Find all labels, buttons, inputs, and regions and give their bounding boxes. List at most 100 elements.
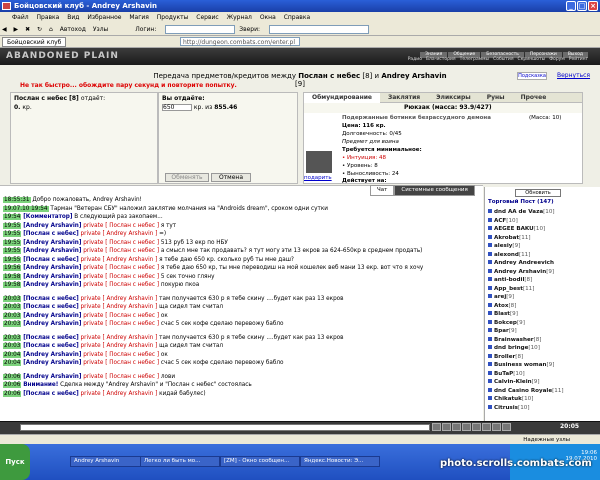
tab-elixirs[interactable]: Эликсиры	[428, 93, 479, 103]
maximize-button[interactable]: □	[577, 1, 587, 11]
player-item[interactable]: Blast[9]	[488, 310, 600, 319]
smiley-icon[interactable]	[432, 423, 441, 431]
chat-message-target[interactable]: [ Andrey Arshavin ]	[102, 304, 157, 310]
menu-file[interactable]: Файл	[12, 14, 29, 21]
player-item[interactable]: Citrusis[10]	[488, 404, 600, 413]
player-item[interactable]: alesiy[9]	[488, 242, 600, 251]
player-item[interactable]: Business woman[9]	[488, 361, 600, 370]
back-link[interactable]: Вернуться	[557, 72, 590, 79]
chat-message-author[interactable]: [Andrey Arshavin]	[23, 374, 81, 380]
chat-message-target[interactable]: [ Послан с небес ]	[105, 374, 159, 380]
chat-message-author[interactable]: [Andrey Arshavin]	[23, 274, 81, 280]
chat-message-target[interactable]: [ Послан с небес ]	[105, 248, 159, 254]
home-icon[interactable]: ⌂	[49, 23, 53, 35]
player-item[interactable]: Bpar[9]	[488, 327, 600, 336]
player-item[interactable]: BuTaP[10]	[488, 370, 600, 379]
taskbar-item[interactable]: [ZM] - Окно сообщен...	[220, 456, 300, 467]
browser-tab[interactable]: Бойцовский клуб	[2, 37, 67, 47]
chat-message-author[interactable]: [Andrey Arshavin]	[23, 282, 81, 288]
chat-message-author[interactable]: [Послан с небес]	[23, 231, 79, 237]
chat-message-author[interactable]: [Комментатор]	[23, 214, 72, 220]
player-item[interactable]: Calvin-Klein[9]	[488, 378, 600, 387]
chat-message-author[interactable]: [Послан с небес]	[23, 304, 79, 310]
taskbar-item[interactable]: Яндекс.Новости: Э...	[300, 456, 380, 467]
cancel-button[interactable]: Отмена	[211, 173, 251, 182]
chat-message-author[interactable]: [Послан с небес]	[23, 257, 79, 263]
chat-message-target[interactable]: [ Послан с небес ]	[105, 352, 159, 358]
nav-events[interactable]: События	[493, 57, 513, 62]
chat-message-author[interactable]: [Andrey Arshavin]	[23, 321, 81, 327]
chat-message-target[interactable]: [ Послан с небес ]	[105, 274, 159, 280]
player-item[interactable]: Akrobat[11]	[488, 234, 600, 243]
chat-message-target[interactable]: [ Послан с небес ]	[105, 223, 159, 229]
player-item[interactable]: dnd Casino Royale[11]	[488, 387, 600, 396]
nav-rating[interactable]: Рейтинг	[569, 57, 588, 62]
player-item[interactable]: AEGEE BAKU[10]	[488, 225, 600, 234]
zveri-select[interactable]	[268, 25, 369, 34]
chat-input[interactable]	[20, 424, 430, 431]
player-item[interactable]: alexond[11]	[488, 251, 600, 260]
credit-amount-input[interactable]: 650	[162, 104, 192, 111]
taskbar-item[interactable]: Легко ли быть мо...	[140, 456, 220, 467]
settings-icon[interactable]	[482, 423, 491, 431]
chat-message-author[interactable]: [Andrey Arshavin]	[23, 313, 81, 319]
tab-spells[interactable]: Заклятия	[380, 93, 428, 103]
forward-icon[interactable]: ▶	[14, 23, 19, 35]
chat-message-target[interactable]: [ Послан с небес ]	[105, 282, 159, 288]
menu-service[interactable]: Сервис	[196, 14, 218, 21]
player-item[interactable]: Atox[8]	[488, 302, 600, 311]
tab-chat[interactable]: Чат	[370, 185, 395, 196]
clear-icon[interactable]	[452, 423, 461, 431]
menu-favorites[interactable]: Избранное	[87, 14, 121, 21]
minimize-button[interactable]: _	[566, 1, 576, 11]
refresh-icon[interactable]: ↻	[37, 23, 42, 35]
close-button[interactable]: ×	[588, 1, 598, 11]
chat-message-target[interactable]: [ Andrey Arshavin ]	[102, 343, 157, 349]
chat-message-author[interactable]: Внимание!	[23, 382, 58, 388]
refresh-players-button[interactable]: Обновить	[515, 189, 561, 197]
nav-history[interactable]: Бла-история	[426, 57, 456, 62]
chat-message-author[interactable]: [Послан с небес]	[23, 391, 79, 397]
chat-message-target[interactable]: [ Andrey Arshavin ]	[102, 335, 157, 341]
chat-message-author[interactable]: [Послан с небес]	[23, 335, 79, 341]
chat-message-author[interactable]: [Andrey Arshavin]	[23, 248, 81, 254]
chat-message-target[interactable]: [ Andrey Arshavin ]	[102, 257, 157, 263]
player-item[interactable]: Chikatuk[10]	[488, 395, 600, 404]
player-item[interactable]: Bokcep[9]	[488, 319, 600, 328]
start-button[interactable]: Пуск	[0, 444, 30, 480]
player-item[interactable]: Andrey Andreevich	[488, 259, 600, 268]
menu-journal[interactable]: Журнал	[227, 14, 252, 21]
chat-message-author[interactable]: [Andrey Arshavin]	[23, 223, 81, 229]
chat-message-author[interactable]: [Andrey Arshavin]	[23, 352, 81, 358]
hint-button[interactable]: Подсказка	[517, 72, 547, 80]
player-item[interactable]: Brainwasher[8]	[488, 336, 600, 345]
menu-view[interactable]: Вид	[67, 14, 79, 21]
tab-equipment[interactable]: Обмундирование	[304, 93, 380, 103]
help-icon[interactable]	[502, 423, 511, 431]
tab-runes[interactable]: Руны	[479, 93, 513, 103]
address-input[interactable]: http://dungeon.combats.com/enter.pl	[180, 37, 300, 46]
translit-icon[interactable]	[442, 423, 451, 431]
menu-edit[interactable]: Правка	[37, 14, 60, 21]
login-input[interactable]	[165, 25, 236, 34]
nav-screenshots[interactable]: Скриншоты	[518, 57, 546, 62]
player-item[interactable]: arej[9]	[488, 293, 600, 302]
menu-help[interactable]: Справка	[284, 14, 310, 21]
chat-message-author[interactable]: [Andrey Arshavin]	[23, 240, 81, 246]
stop-icon[interactable]: ✖	[25, 23, 30, 35]
filter-icon[interactable]	[462, 423, 471, 431]
menu-products[interactable]: Продукты	[157, 14, 189, 21]
tab-other[interactable]: Прочее	[513, 93, 555, 103]
chat-message-target[interactable]: [ Послан с небес ]	[105, 360, 159, 366]
chat-message-target[interactable]: [ Andrey Arshavin ]	[102, 231, 157, 237]
player-item[interactable]: App_best[11]	[488, 285, 600, 294]
nodes-button[interactable]: Узлы	[93, 23, 108, 35]
player-item[interactable]: Andrey Arshavin[9]	[488, 268, 600, 277]
player-item[interactable]: ACF[10]	[488, 217, 600, 226]
give-button[interactable]: подарить	[304, 175, 332, 181]
chat-message-author[interactable]: [Послан с небес]	[23, 296, 79, 302]
chat-message-target[interactable]: [ Andrey Arshavin ]	[102, 391, 157, 397]
exchange-button[interactable]: Обменять	[165, 173, 209, 182]
player-item[interactable]: dnd AA de Vaza[10]	[488, 208, 600, 217]
nav-telegrams[interactable]: Телеграммы	[460, 57, 489, 62]
